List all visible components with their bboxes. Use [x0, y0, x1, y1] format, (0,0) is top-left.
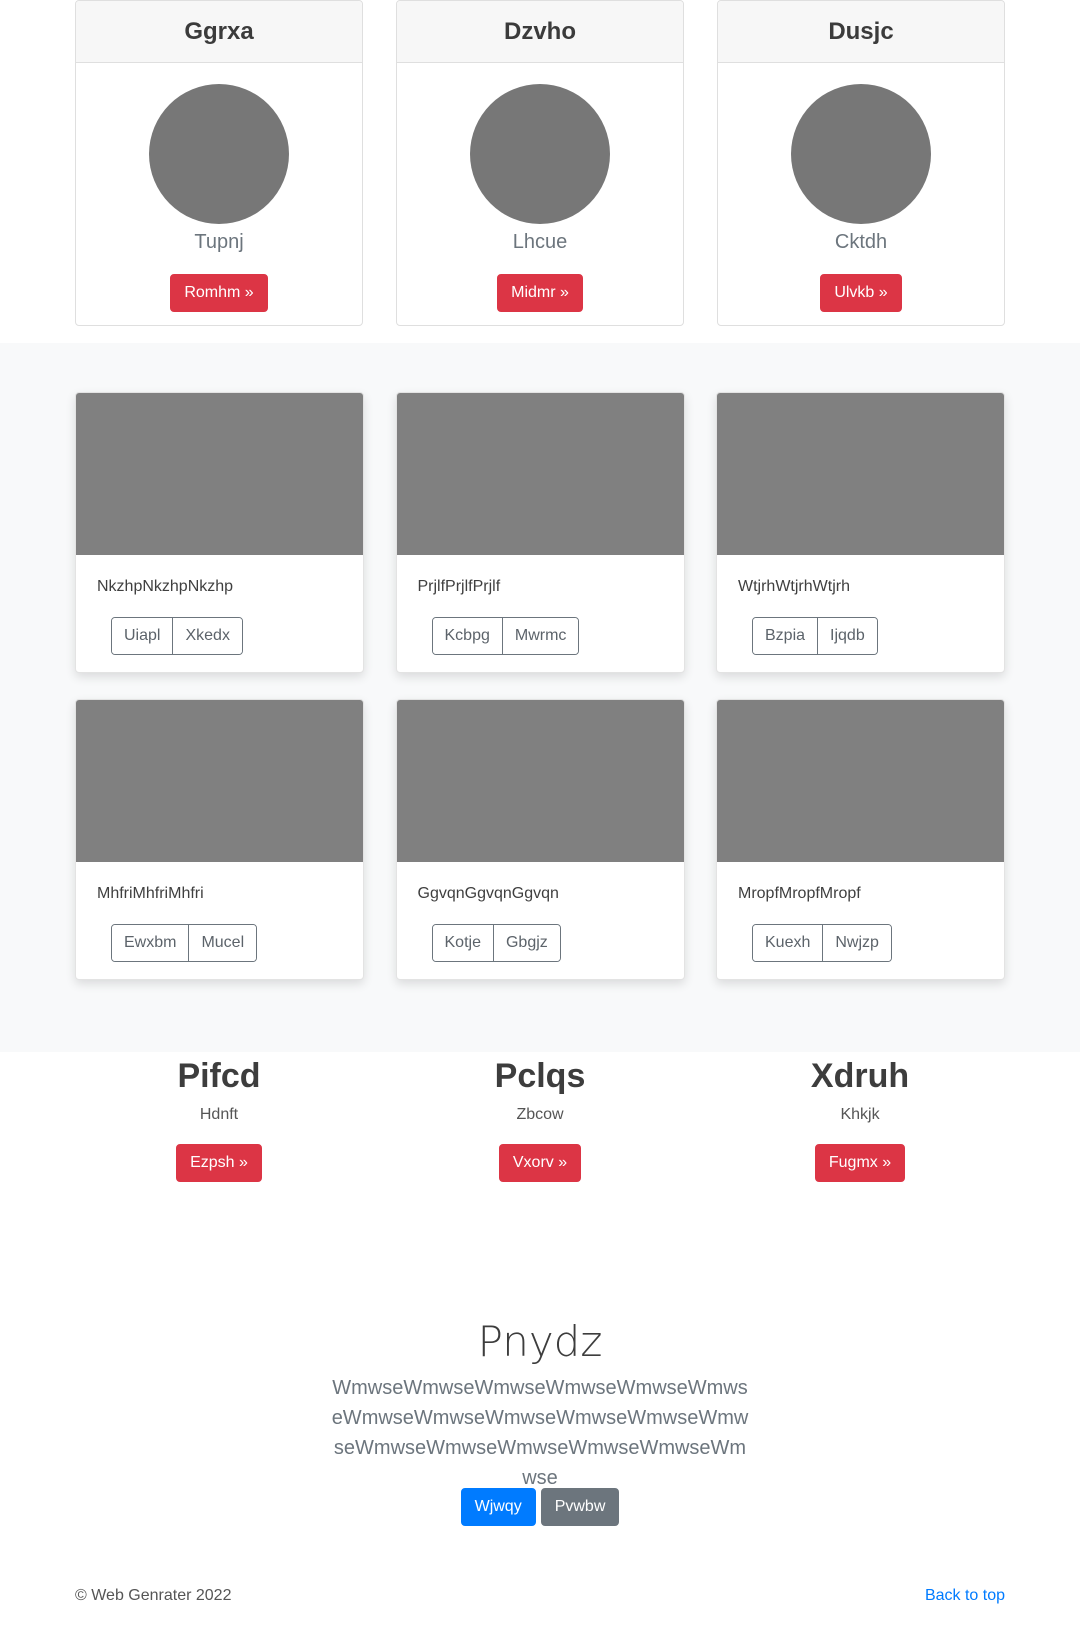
view-button[interactable]: Bzpia	[753, 618, 818, 654]
view-button[interactable]: Kcbpg	[432, 618, 502, 654]
card-text: PrjlfPrjlfPrjlf	[417, 578, 501, 595]
edit-button[interactable]: Gbgjz	[492, 925, 560, 961]
feature-title: Pifcd	[177, 1057, 261, 1095]
feature-button[interactable]: Fugmx »	[814, 1144, 906, 1182]
card-text: GgvqnGgvqnGgvqn	[417, 885, 559, 902]
thumbnail-placeholder	[717, 700, 1004, 862]
card-header: Dzvho	[397, 1, 683, 63]
album-card: PrjlfPrjlfPrjlf Kcbpg Mwrmc	[395, 392, 685, 673]
card-action-button[interactable]: Ulvkb »	[820, 274, 902, 312]
footer: © Web Genrater 2022 Back to top	[75, 1587, 1005, 1605]
primary-button[interactable]: Wjwqy	[460, 1488, 536, 1526]
card-button-group: Uiapl Xkedx	[111, 617, 243, 655]
avatar-placeholder	[791, 84, 931, 224]
pricing-card: Dusjc Cktdh Ulvkb »	[717, 0, 1005, 326]
card-text: WtjrhWtjrhWtjrh	[738, 578, 850, 595]
thumbnail-placeholder	[76, 393, 363, 555]
card-button-group: Kcbpg Mwrmc	[431, 617, 580, 655]
feature-column: Pifcd Hdnft Ezpsh »	[75, 1052, 363, 1182]
card-text: MropfMropfMropf	[738, 885, 861, 902]
back-to-top-link[interactable]: Back to top	[925, 1587, 1005, 1605]
edit-button[interactable]: Ijqdb	[817, 618, 877, 654]
card-header: Dusjc	[718, 1, 1004, 63]
card-action-button[interactable]: Midmr »	[497, 274, 583, 312]
view-button[interactable]: Ewxbm	[112, 925, 189, 961]
album-card: MropfMropfMropf Kuexh Nwjzp	[716, 699, 1005, 980]
card-action-button[interactable]: Romhm »	[170, 274, 268, 312]
card-button-group: Kuexh Nwjzp	[752, 924, 892, 962]
avatar-placeholder	[149, 84, 289, 224]
card-text: MhfriMhfriMhfri	[97, 885, 204, 902]
card-subtitle: Cktdh	[834, 231, 888, 253]
album-card: NkzhpNkzhpNkzhp Uiapl Xkedx	[75, 392, 364, 673]
feature-column: Xdruh Khkjk Fugmx »	[716, 1052, 1004, 1182]
album-card: MhfriMhfriMhfri Ewxbm Mucel	[75, 699, 364, 980]
copyright-text: © Web Genrater 2022	[75, 1587, 232, 1604]
card-button-group: Bzpia Ijqdb	[752, 617, 878, 655]
pricing-card: Ggrxa Tupnj Romhm »	[75, 0, 363, 326]
card-subtitle: Lhcue	[512, 231, 568, 253]
album-card: WtjrhWtjrhWtjrh Bzpia Ijqdb	[716, 392, 1005, 673]
feature-title: Pclqs	[494, 1057, 586, 1095]
thumbnail-placeholder	[396, 393, 684, 555]
feature-subtitle: Zbcow	[516, 1106, 564, 1123]
feature-subtitle: Khkjk	[840, 1106, 880, 1123]
view-button[interactable]: Kuexh	[753, 925, 823, 961]
pricing-section: Ggrxa Tupnj Romhm » Dzvho Lhcue Midmr » …	[0, 0, 1080, 343]
thumbnail-placeholder	[717, 393, 1004, 555]
feature-subtitle: Hdnft	[199, 1106, 239, 1123]
album-card: GgvqnGgvqnGgvqn Kotje Gbgjz	[395, 699, 685, 980]
edit-button[interactable]: Xkedx	[172, 618, 242, 654]
avatar-placeholder	[470, 84, 610, 224]
album-section: NkzhpNkzhpNkzhp Uiapl Xkedx PrjlfPrjlfPr…	[0, 343, 1080, 1052]
feature-button[interactable]: Ezpsh »	[176, 1144, 262, 1182]
thumbnail-placeholder	[76, 700, 363, 862]
feature-column: Pclqs Zbcow Vxorv »	[396, 1052, 684, 1182]
edit-button[interactable]: Mwrmc	[501, 618, 579, 654]
card-header: Ggrxa	[76, 1, 362, 63]
jumbotron: Pnydz WmwseWmwseWmwseWmwseWmwseWmwseWmws…	[0, 1247, 1080, 1643]
features-section: Pifcd Hdnft Ezpsh » Pclqs Zbcow Vxorv » …	[0, 1052, 1080, 1247]
secondary-button[interactable]: Pvwbw	[540, 1488, 620, 1526]
card-text: NkzhpNkzhpNkzhp	[97, 578, 234, 595]
edit-button[interactable]: Mucel	[188, 925, 257, 961]
card-subtitle: Tupnj	[194, 231, 244, 253]
feature-title: Xdruh	[810, 1057, 910, 1095]
card-button-group: Ewxbm Mucel	[111, 924, 258, 962]
thumbnail-placeholder	[396, 700, 684, 862]
jumbotron-lead: WmwseWmwseWmwseWmwseWmwseWmwseWmwseWmwse…	[331, 1377, 749, 1489]
jumbotron-buttons: Wjwqy Pvwbw	[0, 1488, 1080, 1526]
pricing-card: Dzvho Lhcue Midmr »	[396, 0, 684, 326]
jumbotron-title: Pnydz	[477, 1317, 603, 1366]
feature-button[interactable]: Vxorv »	[498, 1144, 582, 1182]
card-button-group: Kotje Gbgjz	[431, 924, 561, 962]
view-button[interactable]: Kotje	[432, 925, 493, 961]
view-button[interactable]: Uiapl	[112, 618, 173, 654]
edit-button[interactable]: Nwjzp	[822, 925, 891, 961]
